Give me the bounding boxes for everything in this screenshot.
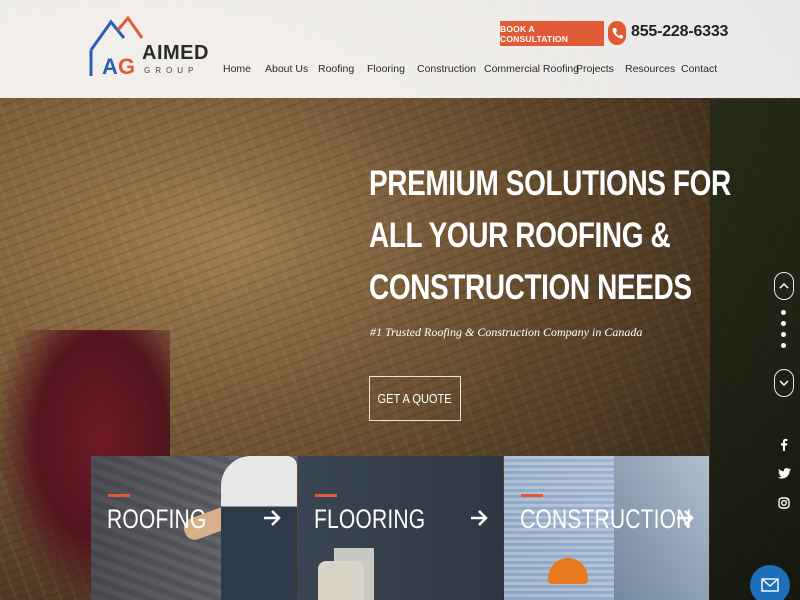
logo-wordmark: AIMED: [142, 42, 209, 64]
slider-dots: [781, 310, 787, 354]
hero-title-line: ALL YOUR ROOFING &: [369, 216, 671, 255]
hero-title-line: PREMIUM SOLUTIONS FOR: [369, 164, 731, 203]
get-a-quote-button[interactable]: GET A QUOTE: [369, 376, 461, 421]
instagram-link[interactable]: [776, 495, 792, 511]
card-accent-bar: [108, 494, 130, 497]
service-card-flooring[interactable]: FLOORING: [298, 456, 503, 600]
twitter-icon: [777, 467, 791, 479]
site-header: A G AIMED GROUP BOOK A CONSULTATION 855-…: [0, 0, 800, 98]
roofing-worker-image: [221, 456, 297, 600]
slider-next-button[interactable]: [774, 369, 794, 397]
contact-mail-button[interactable]: [750, 565, 790, 600]
slider-dot[interactable]: [781, 310, 786, 315]
slider-prev-button[interactable]: [774, 272, 794, 300]
nav-item-construction[interactable]: Construction: [417, 63, 476, 75]
hero-subtitle: #1 Trusted Roofing & Construction Compan…: [370, 325, 643, 339]
flooring-room-image: [318, 561, 364, 600]
nav-item-projects[interactable]: Projects: [576, 63, 614, 75]
card-accent-bar: [521, 494, 543, 497]
slider-dot[interactable]: [781, 321, 786, 326]
facebook-link[interactable]: [776, 436, 792, 452]
instagram-icon: [778, 497, 790, 509]
get-a-quote-label: GET A QUOTE: [377, 391, 453, 406]
hero-title-line: CONSTRUCTION NEEDS: [369, 268, 692, 307]
service-card-construction[interactable]: CONSTRUCTION: [504, 456, 709, 600]
facebook-icon: [781, 438, 788, 451]
main-nav: Home About Us Roofing Flooring Construct…: [0, 63, 800, 79]
slider-dot[interactable]: [781, 343, 786, 348]
service-card-label: CONSTRUCTION: [520, 504, 692, 534]
book-consultation-button[interactable]: BOOK A CONSULTATION: [500, 21, 604, 46]
chevron-up-icon: [779, 282, 789, 289]
card-accent-bar: [315, 494, 337, 497]
mail-icon: [761, 578, 779, 592]
chevron-down-icon: [779, 380, 789, 387]
phone-number-link[interactable]: 855-228-6333: [631, 23, 728, 41]
arrow-right-icon: [471, 510, 488, 526]
service-card-label: FLOORING: [314, 504, 426, 534]
nav-item-flooring[interactable]: Flooring: [367, 63, 405, 75]
nav-item-contact[interactable]: Contact: [681, 63, 717, 75]
hero-title: PREMIUM SOLUTIONS FOR ALL YOUR ROOFING &…: [369, 158, 731, 314]
arrow-right-icon: [264, 510, 281, 526]
nav-item-roofing[interactable]: Roofing: [318, 63, 354, 75]
slider-dot[interactable]: [781, 332, 786, 337]
nav-item-home[interactable]: Home: [223, 63, 251, 75]
phone-icon: [608, 21, 626, 45]
nav-item-commercial-roofing[interactable]: Commercial Roofing: [484, 63, 579, 75]
nav-item-about-us[interactable]: About Us: [265, 63, 308, 75]
nav-item-resources[interactable]: Resources: [625, 63, 675, 75]
arrow-right-icon: [677, 510, 694, 526]
service-card-roofing[interactable]: ROOFING: [91, 456, 297, 600]
service-card-label: ROOFING: [107, 504, 207, 534]
twitter-link[interactable]: [776, 465, 792, 481]
